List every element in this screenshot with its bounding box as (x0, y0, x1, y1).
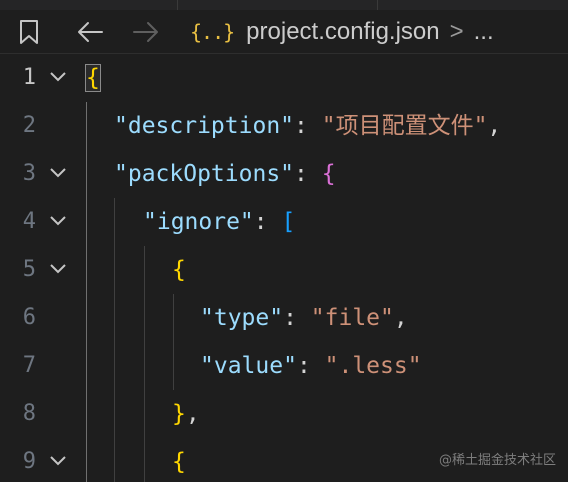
code-text: { (172, 246, 186, 294)
line-number: 5 (22, 257, 36, 282)
code-line: 8 }, (0, 390, 568, 438)
arrow-right-icon (133, 22, 158, 42)
chevron-down-icon[interactable] (46, 160, 70, 184)
code-text: "packOptions": { (114, 150, 336, 198)
json-colon: : (294, 161, 322, 187)
chevron-down-icon[interactable] (46, 448, 70, 472)
json-key: "ignore" (143, 209, 254, 235)
code-line: 5 { (0, 246, 568, 294)
code-line: 1 { (0, 54, 568, 102)
json-string-value: ".less" (324, 353, 422, 379)
navigate-back-button[interactable] (76, 10, 104, 54)
root-open-brace: { (85, 64, 101, 92)
json-key: "description" (114, 113, 295, 139)
code-editor[interactable]: 1 { 2 "description": "项目配置文件", 3 "packOp… (0, 54, 568, 482)
code-text: "description": "项目配置文件", (114, 102, 501, 150)
chevron-down-icon[interactable] (46, 64, 70, 88)
bookmark-icon (20, 20, 38, 44)
chevron-down-icon[interactable] (46, 208, 70, 232)
breadcrumb-bar: {..} project.config.json > ... (0, 10, 568, 54)
code-text: "value": ".less" (200, 342, 422, 390)
line-number: 3 (22, 161, 36, 186)
line-number: 8 (22, 401, 36, 426)
json-colon: : (253, 209, 282, 235)
line-number: 1 (22, 65, 36, 90)
line-number: 9 (22, 449, 36, 474)
watermark: @稀土掘金技术社区 (438, 453, 556, 468)
json-comma: , (393, 305, 408, 331)
breadcrumb-separator: > (449, 18, 464, 45)
json-string-value: "file" (310, 305, 394, 331)
json-close-brace: } (172, 401, 186, 427)
code-text: }, (172, 390, 200, 438)
json-comma: , (487, 113, 502, 139)
json-braces-icon: {..} (190, 20, 235, 44)
json-colon: : (296, 353, 325, 379)
json-open-brace: { (321, 161, 336, 187)
code-text: "type": "file", (200, 294, 408, 342)
json-open-brace: { (172, 449, 186, 475)
code-text: { (172, 438, 186, 482)
json-colon: : (283, 305, 311, 331)
editor-tab[interactable] (178, 0, 378, 10)
code-line: 6 "type": "file", (0, 294, 568, 342)
code-text: "ignore": [ (143, 198, 295, 246)
json-string-value: "项目配置文件" (321, 113, 488, 139)
navigate-forward-button[interactable] (132, 10, 160, 54)
line-number: 2 (22, 113, 36, 138)
breadcrumb-more[interactable]: ... (474, 18, 494, 46)
line-number: 4 (22, 209, 36, 234)
chevron-down-icon[interactable] (46, 256, 70, 280)
json-open-bracket: [ (281, 209, 296, 235)
code-text: { (85, 54, 101, 102)
breadcrumb-filename: project.config.json (246, 18, 440, 45)
json-open-brace: { (172, 257, 186, 283)
code-line: 2 "description": "项目配置文件", (0, 102, 568, 150)
breadcrumb-file[interactable]: {..} project.config.json > ... (190, 10, 494, 54)
json-key: "packOptions" (114, 161, 295, 187)
tab-bar-strip (0, 0, 568, 10)
line-number: 6 (22, 305, 36, 330)
json-comma: , (185, 401, 200, 427)
json-key: "type" (200, 305, 284, 331)
code-line: 3 "packOptions": { (0, 150, 568, 198)
bookmark-button[interactable] (18, 10, 40, 54)
json-colon: : (294, 113, 322, 139)
line-number: 7 (22, 353, 36, 378)
editor-tab[interactable] (0, 0, 178, 10)
json-key: "value" (200, 353, 297, 379)
code-line: 4 "ignore": [ (0, 198, 568, 246)
code-line: 7 "value": ".less" (0, 342, 568, 390)
arrow-left-icon (78, 22, 103, 42)
